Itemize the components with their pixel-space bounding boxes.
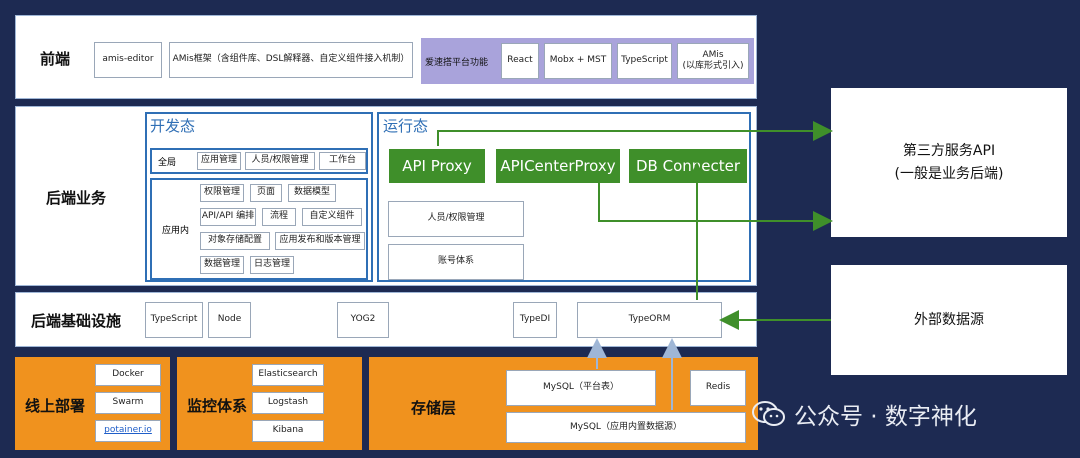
api-center-proxy-to-third-party-arrow bbox=[598, 180, 833, 231]
connector-layer bbox=[437, 121, 833, 410]
api-proxy-to-third-party-arrow bbox=[437, 121, 833, 146]
